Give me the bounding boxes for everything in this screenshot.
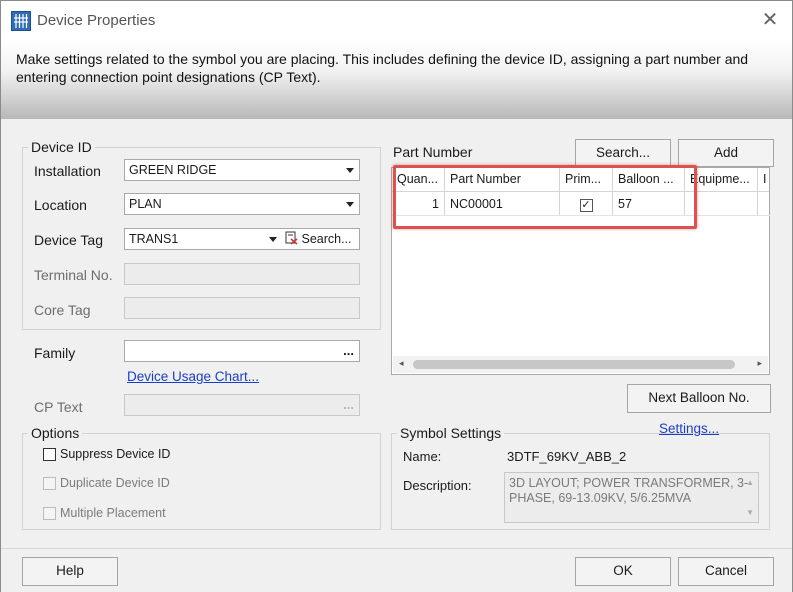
cp-text-browse-button: ... xyxy=(343,397,354,412)
part-number-label: Part Number xyxy=(393,144,473,160)
multiple-placement-label: Multiple Placement xyxy=(60,506,166,520)
settings-link[interactable]: Settings... xyxy=(659,421,719,436)
device-usage-chart-link[interactable]: Device Usage Chart... xyxy=(127,369,259,384)
device-tag-search-label: Search... xyxy=(301,232,352,246)
core-tag-label: Core Tag xyxy=(34,302,91,318)
symbol-name-value: 3DTF_69KV_ABB_2 xyxy=(507,449,627,464)
device-tag-search-button[interactable]: Search... xyxy=(285,231,352,246)
terminal-no-label: Terminal No. xyxy=(34,267,113,283)
symbol-name-label: Name: xyxy=(403,449,442,464)
scroll-left-icon[interactable]: ◂ xyxy=(399,358,404,369)
device-tag-combo[interactable]: TRANS1 Search... xyxy=(124,228,360,250)
title-bar: Device Properties ✕ xyxy=(1,1,792,39)
installation-combo[interactable]: GREEN RIDGE xyxy=(124,159,360,181)
location-value: PLAN xyxy=(129,197,162,211)
suppress-device-id-box[interactable] xyxy=(43,448,56,461)
device-tag-label: Device Tag xyxy=(34,232,104,248)
chevron-down-icon xyxy=(269,237,277,242)
help-button[interactable]: Help xyxy=(22,557,118,586)
multiple-placement-box xyxy=(43,507,56,520)
part-add-button[interactable]: Add xyxy=(678,139,774,167)
location-label: Location xyxy=(34,197,87,213)
installation-label: Installation xyxy=(34,163,101,179)
options-group-label: Options xyxy=(28,425,83,441)
part-search-button[interactable]: Search... xyxy=(575,139,671,167)
suppress-device-id-label: Suppress Device ID xyxy=(60,447,171,461)
symbol-settings-group-label: Symbol Settings xyxy=(397,425,505,441)
scroll-up-icon: ▲ xyxy=(746,478,754,487)
cp-text-label: CP Text xyxy=(34,399,83,415)
app-icon xyxy=(11,11,31,31)
symbol-description-value: 3D LAYOUT; POWER TRANSFORMER, 3-PHASE, 6… xyxy=(509,476,749,505)
device-properties-dialog: Device Properties ✕ Make settings relate… xyxy=(0,0,793,592)
ok-button[interactable]: OK xyxy=(575,557,671,586)
window-title: Device Properties xyxy=(37,12,156,29)
next-balloon-button[interactable]: Next Balloon No. xyxy=(627,384,771,413)
device-id-group-label: Device ID xyxy=(28,139,95,155)
chevron-down-icon xyxy=(346,202,354,207)
cell-more[interactable] xyxy=(758,192,770,216)
family-label: Family xyxy=(34,345,76,361)
family-field[interactable]: ... xyxy=(124,340,360,362)
installation-value: GREEN RIDGE xyxy=(129,163,217,177)
cancel-button[interactable]: Cancel xyxy=(678,557,774,586)
duplicate-device-id-label: Duplicate Device ID xyxy=(60,476,170,490)
location-combo[interactable]: PLAN xyxy=(124,193,360,215)
terminal-no-field xyxy=(124,263,360,285)
symbol-description-field: 3D LAYOUT; POWER TRANSFORMER, 3-PHASE, 6… xyxy=(504,472,759,523)
close-icon[interactable]: ✕ xyxy=(758,9,782,33)
device-tag-value: TRANS1 xyxy=(129,232,179,246)
highlight-annotation xyxy=(393,165,697,229)
duplicate-device-id-box xyxy=(43,477,56,490)
scroll-right-icon[interactable]: ▸ xyxy=(757,358,762,369)
family-browse-button[interactable]: ... xyxy=(343,343,354,358)
scroll-down-icon: ▼ xyxy=(746,508,754,517)
chevron-down-icon xyxy=(346,168,354,173)
col-header-more[interactable]: I xyxy=(758,168,770,192)
search-device-icon xyxy=(285,231,298,245)
dialog-footer xyxy=(1,548,792,592)
banner-description: Make settings related to the symbol you … xyxy=(16,51,749,85)
cp-text-field: ... xyxy=(124,394,360,416)
symbol-description-label: Description: xyxy=(403,478,472,493)
horizontal-scrollbar[interactable]: ◂ ▸ xyxy=(393,356,768,373)
scroll-thumb[interactable] xyxy=(413,360,735,369)
core-tag-field xyxy=(124,297,360,319)
header-banner: Make settings related to the symbol you … xyxy=(1,39,792,119)
